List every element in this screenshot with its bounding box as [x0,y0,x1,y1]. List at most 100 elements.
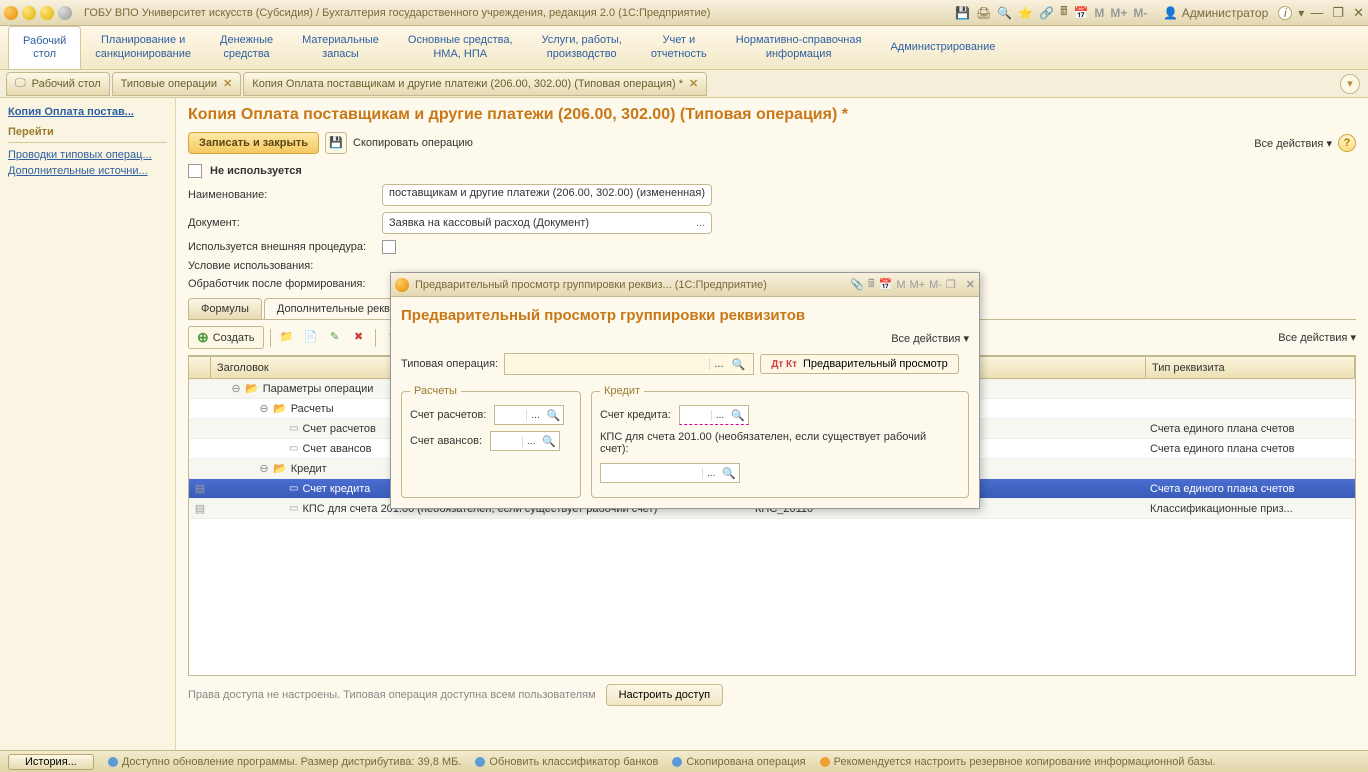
calculator-icon[interactable]: 🖩 [868,275,875,294]
dialog-tools: 📎 🖩 📅 M M+ M- ❐ ✕ [850,275,975,294]
mem-m[interactable]: M [896,279,905,291]
subtab-formulas[interactable]: Формулы [188,298,262,319]
nav-assets[interactable]: Основные средства,НМА, НПА [394,26,528,69]
status-copied[interactable]: Скопирована операция [672,756,805,768]
nav-money[interactable]: Денежныесредства [206,26,288,69]
close-icon[interactable]: ✕ [223,77,232,90]
save-icon-button[interactable]: 💾 [325,132,347,154]
nav-reference[interactable]: Нормативно-справочнаяинформация [722,26,877,69]
app-icon[interactable] [4,6,18,20]
nav-planning[interactable]: Планирование исанкционирование [81,26,206,69]
ellipsis-icon[interactable]: ... [711,410,728,421]
nav-desktop[interactable]: Рабочийстол [8,26,81,69]
preview-button[interactable]: Дт Кт Предварительный просмотр [760,354,959,374]
add-folder-icon[interactable]: 📁 [277,328,297,348]
advance-account-input[interactable]: ...🔍 [490,431,560,451]
credit-account-input[interactable]: ...🔍 [679,405,749,425]
calendar-icon[interactable]: 📅 [879,278,893,291]
all-actions-dropdown[interactable]: Все действия ▾ [1254,137,1332,150]
tab-typical-ops[interactable]: Типовые операции ✕ [112,72,242,96]
search-icon[interactable]: 🔍 [719,467,739,480]
setup-access-button[interactable]: Настроить доступ [606,684,723,706]
save-icon[interactable]: 💾 [955,6,970,20]
ellipsis-icon[interactable]: ... [522,436,539,447]
tab-desktop[interactable]: 🖵 Рабочий стол [6,72,110,96]
preview-icon[interactable]: 🔍 [997,6,1012,20]
copy-operation-link[interactable]: Скопировать операцию [353,137,473,149]
nav-fwd-icon[interactable] [40,6,54,20]
mem-mplus[interactable]: M+ [1110,6,1127,20]
link-icon[interactable]: 🔗 [1039,6,1054,20]
dialog-close-button[interactable]: ✕ [966,278,975,291]
side-section-label: Перейти [8,126,167,138]
nav-accounting[interactable]: Учет иотчетность [637,26,722,69]
close-button[interactable]: ✕ [1353,5,1364,20]
kps-input[interactable]: ...🔍 [600,463,740,483]
dialog-title-bar[interactable]: Предварительный просмотр группировки рек… [391,273,979,297]
item-icon: ▭ [289,483,298,494]
mem-mplus[interactable]: M+ [909,279,925,291]
tab-copy-payment[interactable]: Копия Оплата поставщикам и другие платеж… [243,72,707,96]
edit-icon[interactable]: ✎ [325,328,345,348]
side-current[interactable]: Копия Оплата постав... [8,106,167,118]
restore-icon[interactable]: ❐ [946,278,956,291]
ellipsis-icon[interactable]: ... [696,217,705,229]
calendar-icon[interactable]: 📅 [1073,6,1088,20]
col-type[interactable]: Тип реквизита [1146,357,1355,378]
info-icon[interactable]: i [1278,6,1292,20]
status-backup[interactable]: Рекомендуется настроить резервное копиро… [820,756,1216,768]
print-icon[interactable]: 🖨 [976,6,991,20]
document-input[interactable]: Заявка на кассовый расход (Документ)... [382,212,712,234]
group-credit: Кредит Счет кредита: ...🔍 КПС для счета … [591,385,969,498]
history-button[interactable]: История... [8,754,94,770]
window-controls-left [4,6,72,20]
ellipsis-icon[interactable]: ... [702,468,719,479]
mem-mminus[interactable]: M- [1133,6,1147,20]
delete-icon[interactable]: ✖ [349,328,369,348]
name-input[interactable]: поставщикам и другие платежи (206.00, 30… [382,184,712,206]
nav-admin[interactable]: Администрирование [876,26,1010,69]
window-buttons: — ❐ ✕ [1304,5,1364,21]
expander-icon[interactable]: ⊖ [231,382,241,395]
nav-materials[interactable]: Материальныезапасы [288,26,394,69]
maximize-button[interactable]: ❐ [1332,5,1344,20]
folder-icon: 📂 [245,382,259,395]
save-close-button[interactable]: Записать и закрыть [188,132,319,154]
clip-icon[interactable]: 📎 [850,278,864,291]
subtab-additional[interactable]: Дополнительные рекв [264,298,403,319]
copy-icon[interactable]: 📄 [301,328,321,348]
search-icon[interactable]: 🔍 [728,409,748,422]
minimize-button[interactable]: — [1310,5,1323,20]
search-icon[interactable]: 🔍 [539,435,559,448]
expander-icon[interactable]: ⊖ [259,462,269,475]
create-button[interactable]: ⊕Создать [188,326,264,349]
plus-icon: ⊕ [197,329,209,346]
expander-icon[interactable]: ⊖ [259,402,269,415]
search-icon[interactable]: 🔍 [728,358,750,371]
side-link-sources[interactable]: Дополнительные источни... [8,165,167,177]
dialog-heading: Предварительный просмотр группировки рек… [401,307,969,324]
mem-m[interactable]: M [1094,6,1104,20]
favorite-icon[interactable]: ⭐ [1018,6,1033,20]
not-used-checkbox[interactable] [188,164,202,178]
ellipsis-icon[interactable]: ... [709,358,727,370]
tabs-dropdown[interactable]: ▾ [1340,74,1360,94]
mem-mminus[interactable]: M- [929,279,942,291]
all-actions-table[interactable]: Все действия ▾ [1278,332,1356,344]
title-bar: ГОБУ ВПО Университет искусств (Субсидия)… [0,0,1368,26]
calculator-icon[interactable]: 🖩 [1060,2,1067,23]
nav-services[interactable]: Услуги, работы,производство [528,26,637,69]
help-icon[interactable]: ? [1338,134,1356,152]
search-icon[interactable]: 🔍 [544,409,564,422]
status-banks[interactable]: Обновить классификатор банков [475,756,658,768]
dialog-all-actions[interactable]: Все действия ▾ [891,333,969,345]
status-update[interactable]: Доступно обновление программы. Размер ди… [108,756,462,768]
side-link-postings[interactable]: Проводки типовых операц... [8,149,167,161]
typical-op-input[interactable]: ... 🔍 [504,353,754,375]
ellipsis-icon[interactable]: ... [526,410,543,421]
calc-account-input[interactable]: ...🔍 [494,405,564,425]
nav-back-icon[interactable] [22,6,36,20]
ext-proc-checkbox[interactable] [382,240,396,254]
close-icon[interactable]: ✕ [689,77,698,90]
document-tabs: 🖵 Рабочий стол Типовые операции ✕ Копия … [0,70,1368,98]
